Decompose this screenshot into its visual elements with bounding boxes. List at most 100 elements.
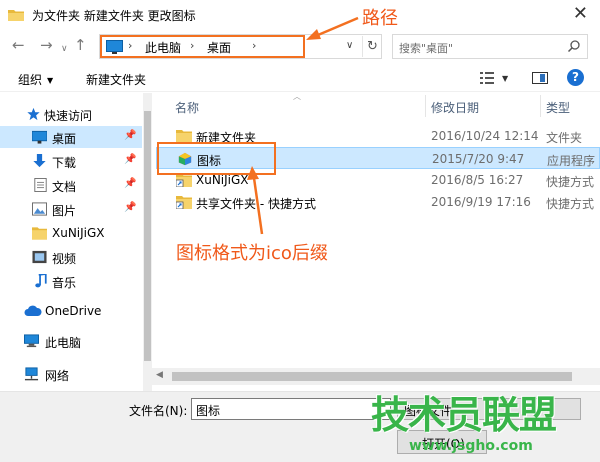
column-divider[interactable] <box>425 95 426 117</box>
sidebar-label: 桌面 <box>52 132 77 146</box>
sidebar-item-videos[interactable]: 视频 <box>0 246 142 268</box>
view-options-icon[interactable] <box>480 72 498 84</box>
horizontal-scrollbar-thumb[interactable] <box>172 372 572 381</box>
sidebar-item-pictures[interactable]: 图片 📌 <box>0 198 142 220</box>
watermark-url: www.jsgho.com <box>409 438 533 454</box>
file-type: 应用程序 <box>547 154 596 168</box>
new-folder-button[interactable]: 新建文件夹 <box>86 71 146 88</box>
command-toolbar: 组织 ▼ 新建文件夹 ▼ ? <box>0 64 600 92</box>
breadcrumb-desktop[interactable]: 桌面 <box>207 39 231 56</box>
column-header-type[interactable]: 类型 <box>546 99 570 116</box>
recent-locations-chevron-icon[interactable]: ∨ <box>61 41 68 57</box>
search-input[interactable]: 搜索"桌面" <box>392 34 588 59</box>
column-header-name[interactable]: 名称 <box>175 99 199 116</box>
file-type: 快捷方式 <box>546 175 595 189</box>
navigation-row: ← → ∨ ↑ › 此电脑 › 桌面 › ∨ ↻ 搜索"桌面" <box>0 30 600 64</box>
sidebar-label: 图片 <box>52 204 77 218</box>
forward-arrow-icon[interactable]: → <box>40 37 53 53</box>
view-caret-icon[interactable]: ▼ <box>502 74 508 83</box>
address-bar[interactable]: › 此电脑 › 桌面 › ∨ ↻ <box>99 34 382 59</box>
sidebar-item-music[interactable]: 音乐 <box>0 270 142 292</box>
breadcrumb-separator-icon: › <box>128 39 133 52</box>
file-name: 共享文件夹 - 快捷方式 <box>196 197 316 211</box>
file-type: 快捷方式 <box>546 197 595 211</box>
cloud-icon <box>24 305 42 316</box>
sidebar-item-documents[interactable]: 文档 📌 <box>0 174 142 196</box>
sidebar-item-downloads[interactable]: 下载 📌 <box>0 150 142 172</box>
file-date: 2015/7/20 9:47 <box>432 152 525 166</box>
sidebar-item-network[interactable]: 网络 <box>0 363 142 385</box>
sidebar-item-xunijigx[interactable]: XuNiJiGX <box>0 222 142 244</box>
sidebar-label: 此电脑 <box>45 336 82 350</box>
address-dropdown-icon[interactable]: ∨ <box>346 40 353 51</box>
file-type: 文件夹 <box>546 131 583 145</box>
sidebar-label: XuNiJiGX <box>52 226 105 240</box>
sidebar-label: 文档 <box>52 180 77 194</box>
desktop-icon <box>32 130 47 144</box>
watermark-brand: 技术员联盟 <box>371 393 557 437</box>
horizontal-scrollbar[interactable]: ◀ <box>152 368 600 385</box>
back-arrow-icon[interactable]: ← <box>12 37 25 53</box>
breadcrumb-separator-icon: › <box>252 39 257 52</box>
pin-icon[interactable]: 📌 <box>124 130 136 141</box>
sidebar-scrollbar[interactable] <box>143 93 152 391</box>
pin-icon[interactable]: 📌 <box>124 178 136 189</box>
help-button[interactable]: ? <box>567 69 584 86</box>
column-header-date[interactable]: 修改日期 <box>431 99 479 116</box>
filename-value: 图标 <box>196 404 221 418</box>
pin-icon[interactable]: 📌 <box>124 202 136 213</box>
close-button[interactable]: ✕ <box>573 3 588 25</box>
filename-field[interactable]: 图标 <box>191 398 391 420</box>
shortcut-icon <box>176 174 192 187</box>
sidebar-item-this-pc[interactable]: 此电脑 <box>0 330 142 352</box>
sidebar-label: 下载 <box>52 156 77 170</box>
file-row-shared-folder-shortcut[interactable]: 共享文件夹 - 快捷方式 2016/9/19 17:16 快捷方式 <box>156 191 600 213</box>
sidebar-label: OneDrive <box>45 304 102 318</box>
caret-down-icon: ▼ <box>47 76 54 85</box>
sidebar-label: 音乐 <box>52 276 77 290</box>
path-annotation: 路径 <box>362 8 398 29</box>
video-icon <box>32 250 47 264</box>
watermark: 技术员联盟 www.jsgho.com <box>371 393 591 459</box>
column-divider[interactable] <box>540 95 541 117</box>
file-name: XuNiJiGX <box>196 173 249 187</box>
filename-label: 文件名(N): <box>129 404 188 418</box>
scroll-left-icon[interactable]: ◀ <box>156 370 163 380</box>
music-icon <box>35 274 47 288</box>
organize-button[interactable]: 组织 ▼ <box>18 71 53 88</box>
download-icon <box>33 154 46 168</box>
star-icon <box>27 107 40 121</box>
folder-icon <box>176 130 192 143</box>
breadcrumb-separator-icon: › <box>190 39 195 52</box>
sidebar-item-quick-access[interactable]: 快速访问 <box>0 103 142 125</box>
title-bar: 为文件夹 新建文件夹 更改图标 ✕ <box>0 0 600 30</box>
picture-icon <box>32 202 47 216</box>
search-placeholder: 搜索"桌面" <box>399 42 454 55</box>
preview-pane-icon[interactable] <box>532 72 548 84</box>
computer-icon <box>106 40 123 54</box>
breadcrumb-this-pc[interactable]: 此电脑 <box>145 39 181 56</box>
search-icon <box>567 40 580 53</box>
file-date: 2016/8/5 16:27 <box>431 173 524 187</box>
window-title: 为文件夹 新建文件夹 更改图标 <box>32 9 196 23</box>
navigation-pane: 快速访问 桌面 📌 下载 📌 文档 📌 图片 📌 XuNiJiGX 视频 音乐 … <box>0 93 152 391</box>
pin-icon[interactable]: 📌 <box>124 154 136 165</box>
network-icon <box>24 367 39 381</box>
folder-icon <box>8 10 24 21</box>
document-icon <box>34 178 47 192</box>
icon-highlight-box <box>157 142 276 175</box>
sidebar-scrollbar-thumb[interactable] <box>144 111 151 361</box>
up-arrow-icon[interactable]: ↑ <box>74 37 87 53</box>
computer-icon <box>24 334 39 348</box>
sort-ascending-icon: ︿ <box>293 92 301 101</box>
sidebar-item-desktop[interactable]: 桌面 📌 <box>0 126 142 148</box>
icon-format-annotation: 图标格式为ico后缀 <box>176 243 328 264</box>
refresh-icon[interactable]: ↻ <box>362 36 382 57</box>
organize-label: 组织 <box>18 73 43 87</box>
sidebar-label: 网络 <box>45 369 70 383</box>
file-date: 2016/10/24 12:14 <box>431 129 539 143</box>
sidebar-item-onedrive[interactable]: OneDrive <box>0 300 142 322</box>
shortcut-icon <box>176 196 192 209</box>
sidebar-label: 视频 <box>52 252 77 266</box>
folder-icon <box>32 227 47 240</box>
